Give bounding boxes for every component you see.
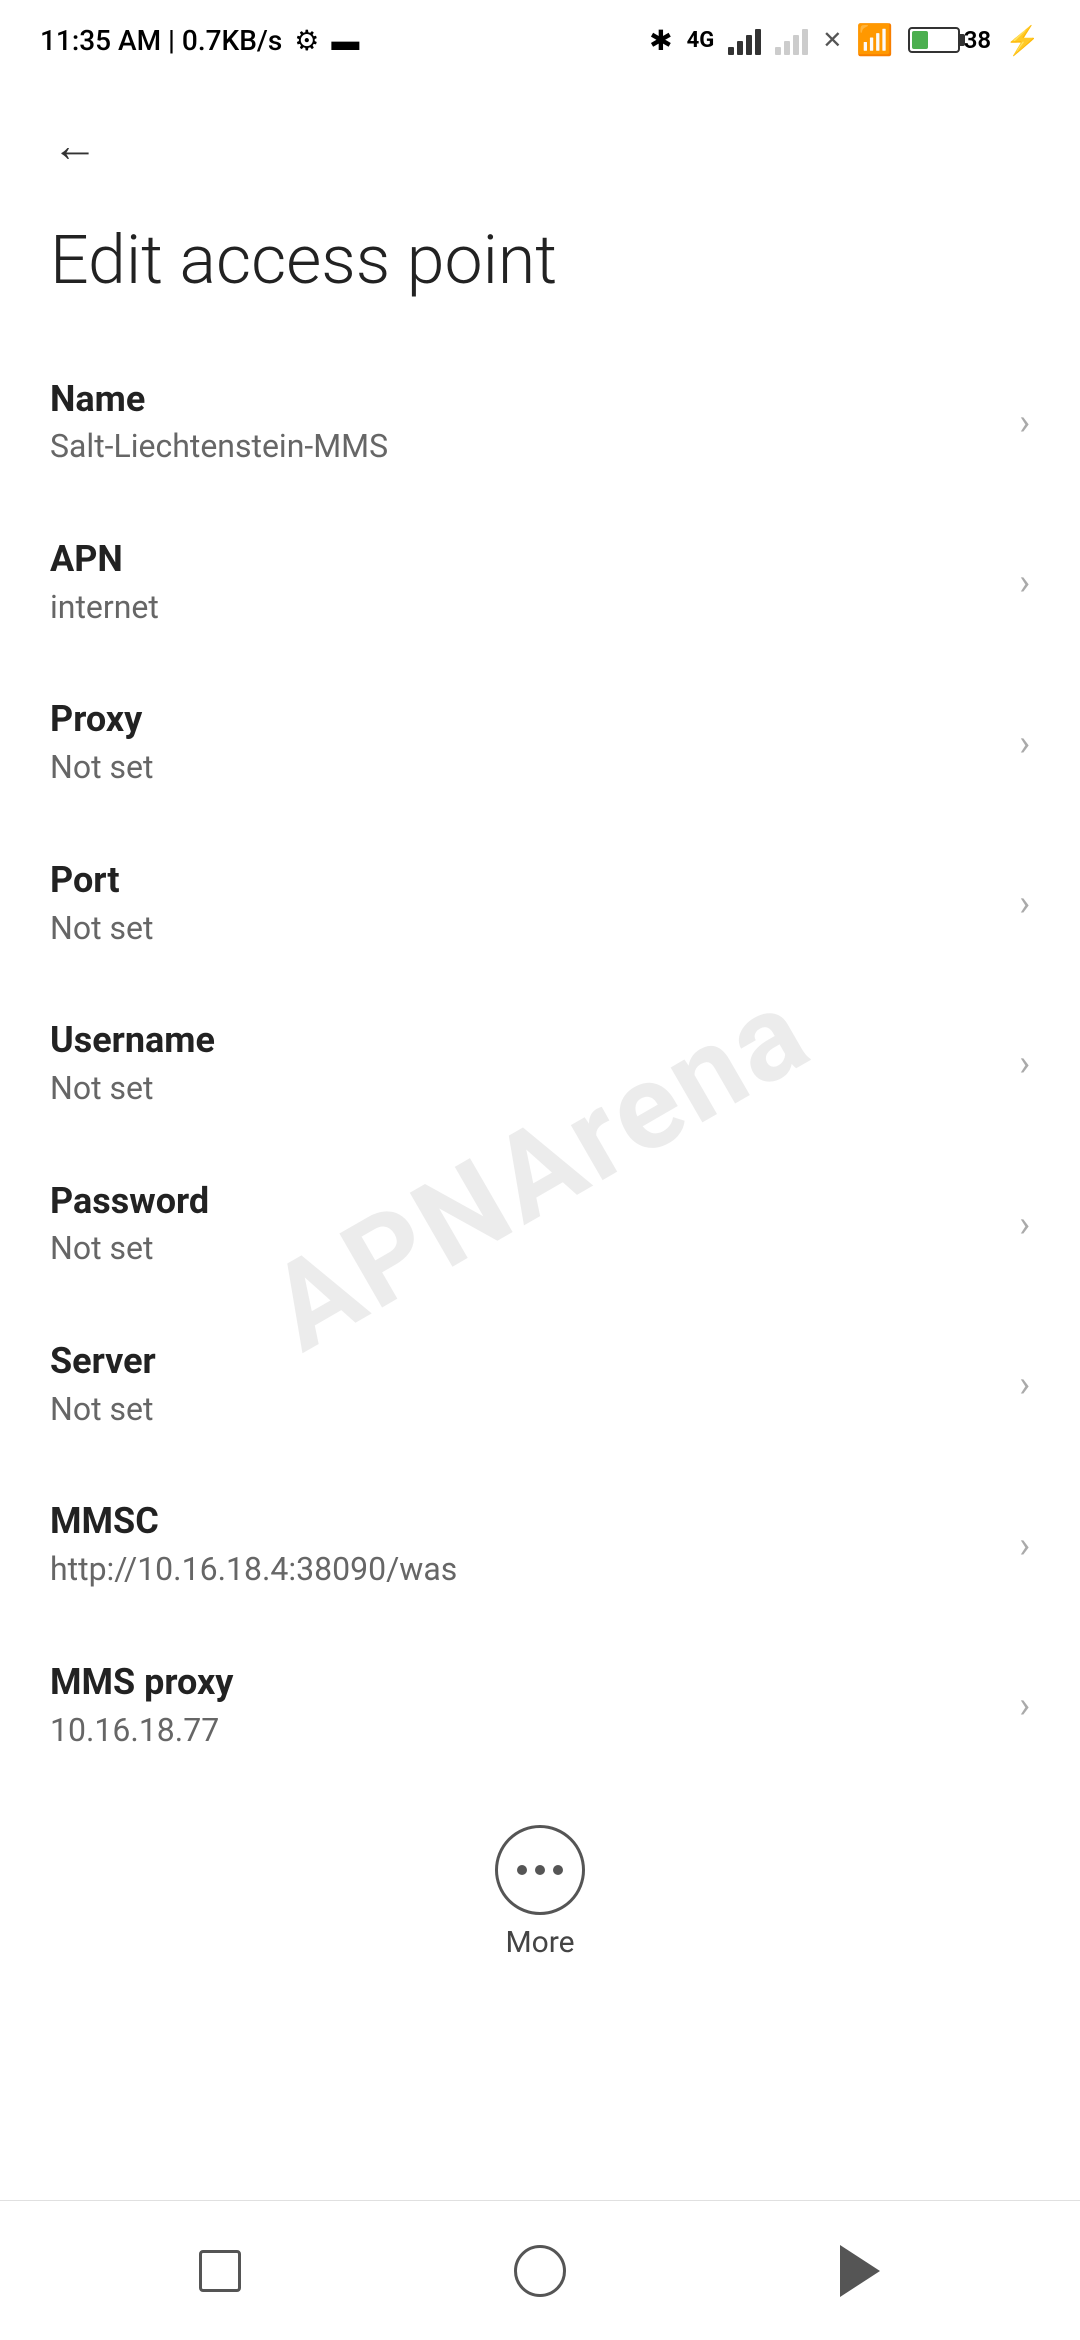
settings-item-content: Port Not set: [50, 857, 999, 949]
settings-item-value: internet: [50, 587, 999, 629]
settings-item-content: MMSC http://10.16.18.4:38090/was: [50, 1498, 999, 1590]
settings-item-apn[interactable]: APN internet ›: [0, 502, 1080, 662]
settings-list: Name Salt-Liechtenstein-MMS › APN intern…: [0, 342, 1080, 1786]
battery-percent: 38: [964, 26, 991, 54]
more-button[interactable]: [495, 1825, 585, 1915]
home-button[interactable]: [490, 2221, 590, 2321]
settings-item-label: Name: [50, 376, 999, 423]
back-arrow-icon: ←: [52, 118, 98, 173]
settings-item-value: Not set: [50, 1228, 999, 1270]
settings-item-content: Proxy Not set: [50, 696, 999, 788]
chevron-right-icon: ›: [1019, 1363, 1030, 1405]
settings-item-value: Not set: [50, 747, 999, 789]
signal-bars-1: [728, 25, 761, 55]
settings-item-label: Port: [50, 857, 999, 904]
back-button[interactable]: ←: [40, 110, 110, 180]
settings-item-label: Server: [50, 1338, 999, 1385]
more-dots-icon: [517, 1865, 563, 1875]
chevron-right-icon: ›: [1019, 1524, 1030, 1566]
chevron-right-icon: ›: [1019, 1203, 1030, 1245]
home-icon: [514, 2245, 566, 2297]
settings-item-label: MMSC: [50, 1498, 999, 1545]
settings-item-label: MMS proxy: [50, 1659, 999, 1706]
settings-item-label: Password: [50, 1178, 999, 1225]
bluetooth-icon: ✱: [649, 24, 672, 57]
page-title: Edit access point: [0, 200, 1080, 342]
nav-bar: [0, 2200, 1080, 2340]
settings-item-label: APN: [50, 536, 999, 583]
status-bar: 11:35 AM | 0.7KB/s ⚙ ▬ ✱ 4G ✕ 📶 38: [0, 0, 1080, 80]
battery-box: [908, 27, 960, 53]
chevron-right-icon: ›: [1019, 1684, 1030, 1726]
back-nav-icon: [840, 2245, 880, 2297]
chevron-right-icon: ›: [1019, 1042, 1030, 1084]
battery-fill: [912, 31, 929, 49]
settings-item-server[interactable]: Server Not set ›: [0, 1304, 1080, 1464]
settings-item-label: Username: [50, 1017, 999, 1064]
settings-item-mmsc[interactable]: MMSC http://10.16.18.4:38090/was ›: [0, 1464, 1080, 1624]
time-display: 11:35 AM | 0.7KB/s: [40, 24, 282, 57]
settings-item-content: Password Not set: [50, 1178, 999, 1270]
settings-item-value: Salt-Liechtenstein-MMS: [50, 426, 999, 468]
more-section: More: [0, 1795, 1080, 1990]
settings-item-value: Not set: [50, 908, 999, 950]
recent-apps-icon: [199, 2250, 241, 2292]
settings-item-content: APN internet: [50, 536, 999, 628]
wifi-icon: 📶: [856, 23, 893, 58]
battery-indicator: 38: [908, 26, 991, 54]
gear-icon: ⚙: [294, 24, 319, 57]
network-type: 4G: [687, 28, 715, 53]
charging-icon: ⚡: [1005, 24, 1040, 57]
settings-item-content: MMS proxy 10.16.18.77: [50, 1659, 999, 1751]
chevron-right-icon: ›: [1019, 882, 1030, 924]
back-area: ←: [0, 80, 1080, 200]
settings-item-content: Server Not set: [50, 1338, 999, 1430]
video-icon: ▬: [331, 24, 359, 57]
recent-apps-button[interactable]: [170, 2221, 270, 2321]
chevron-right-icon: ›: [1019, 401, 1030, 443]
settings-item-content: Username Not set: [50, 1017, 999, 1109]
no-signal-icon: ✕: [822, 26, 842, 54]
signal-bars-2: [775, 25, 808, 55]
settings-item-proxy[interactable]: Proxy Not set ›: [0, 662, 1080, 822]
settings-item-value: 10.16.18.77: [50, 1710, 999, 1752]
settings-item-username[interactable]: Username Not set ›: [0, 983, 1080, 1143]
settings-item-name[interactable]: Name Salt-Liechtenstein-MMS ›: [0, 342, 1080, 502]
settings-item-label: Proxy: [50, 696, 999, 743]
settings-item-value: Not set: [50, 1068, 999, 1110]
settings-item-content: Name Salt-Liechtenstein-MMS: [50, 376, 999, 468]
settings-item-port[interactable]: Port Not set ›: [0, 823, 1080, 983]
settings-item-mms-proxy[interactable]: MMS proxy 10.16.18.77 ›: [0, 1625, 1080, 1785]
settings-item-value: http://10.16.18.4:38090/was: [50, 1549, 999, 1591]
settings-item-value: Not set: [50, 1389, 999, 1431]
chevron-right-icon: ›: [1019, 722, 1030, 764]
settings-item-password[interactable]: Password Not set ›: [0, 1144, 1080, 1304]
back-nav-button[interactable]: [810, 2221, 910, 2321]
status-left: 11:35 AM | 0.7KB/s ⚙ ▬: [40, 24, 359, 57]
chevron-right-icon: ›: [1019, 561, 1030, 603]
status-right: ✱ 4G ✕ 📶 38 ⚡: [649, 23, 1040, 58]
more-label: More: [505, 1925, 574, 1960]
